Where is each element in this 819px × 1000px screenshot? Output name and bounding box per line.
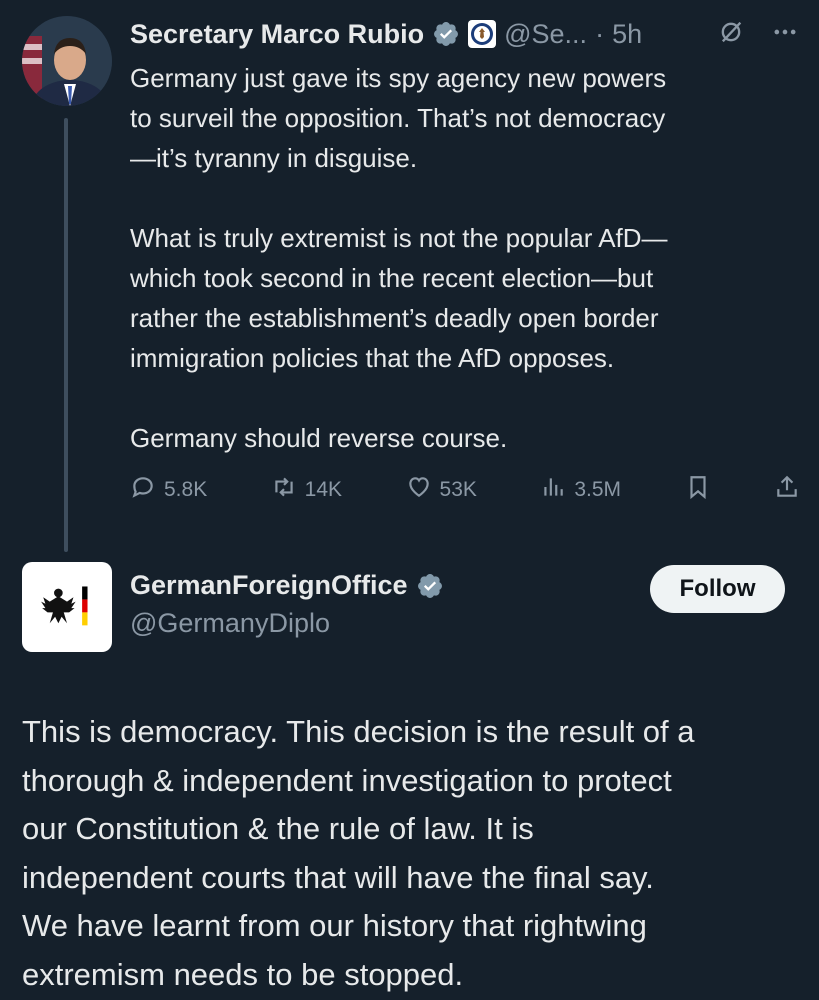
verified-badge-icon — [416, 572, 444, 600]
tweet1-display-name[interactable]: Secretary Marco Rubio — [130, 19, 424, 50]
verified-badge-icon — [432, 20, 460, 48]
retweet-icon — [271, 474, 297, 506]
avatar-marco-rubio[interactable] — [22, 16, 112, 106]
bookmark-icon — [685, 474, 711, 506]
tweet1-time[interactable]: 5h — [612, 19, 642, 50]
views-icon — [540, 474, 566, 506]
reply-icon — [130, 474, 156, 506]
reply-button[interactable]: 5.8K — [130, 474, 207, 506]
tweet1-actions: 5.8K 14K 53K 3.5M — [130, 470, 800, 510]
tweet1-top-icons — [717, 18, 799, 51]
tweet1-handle[interactable]: @Se... — [504, 19, 587, 50]
tweet2-display-name[interactable]: GermanForeignOffice — [130, 570, 408, 601]
views-count: 3.5M — [574, 478, 622, 501]
like-count: 53K — [439, 478, 477, 501]
more-icon[interactable] — [771, 18, 799, 51]
follow-button[interactable]: Follow — [650, 565, 785, 613]
retweet-button[interactable]: 14K — [271, 474, 342, 506]
retweet-count: 14K — [304, 478, 343, 501]
tweet2-text: This is democracy. This decision is the … — [22, 714, 695, 992]
bookmark-button[interactable] — [685, 474, 711, 506]
tweet1-header: Secretary Marco Rubio @Se... · 5h — [130, 14, 642, 54]
avatar-german-foreign-office[interactable] — [22, 562, 112, 652]
tweet1-separator: · — [595, 18, 605, 49]
grok-icon[interactable] — [717, 18, 745, 51]
share-icon — [774, 474, 800, 506]
tweet2-name-row: GermanForeignOffice — [130, 570, 444, 601]
share-button[interactable] — [774, 474, 800, 506]
reply-count: 5.8K — [164, 478, 208, 501]
thread-connector-line — [64, 118, 68, 552]
views-button[interactable]: 3.5M — [540, 474, 621, 506]
like-icon — [406, 474, 432, 506]
like-button[interactable]: 53K — [406, 474, 477, 506]
state-department-seal-icon — [468, 20, 497, 48]
tweet1-text: Germany just gave its spy agency new pow… — [130, 63, 668, 453]
tweet2-handle[interactable]: @GermanyDiplo — [130, 608, 330, 639]
